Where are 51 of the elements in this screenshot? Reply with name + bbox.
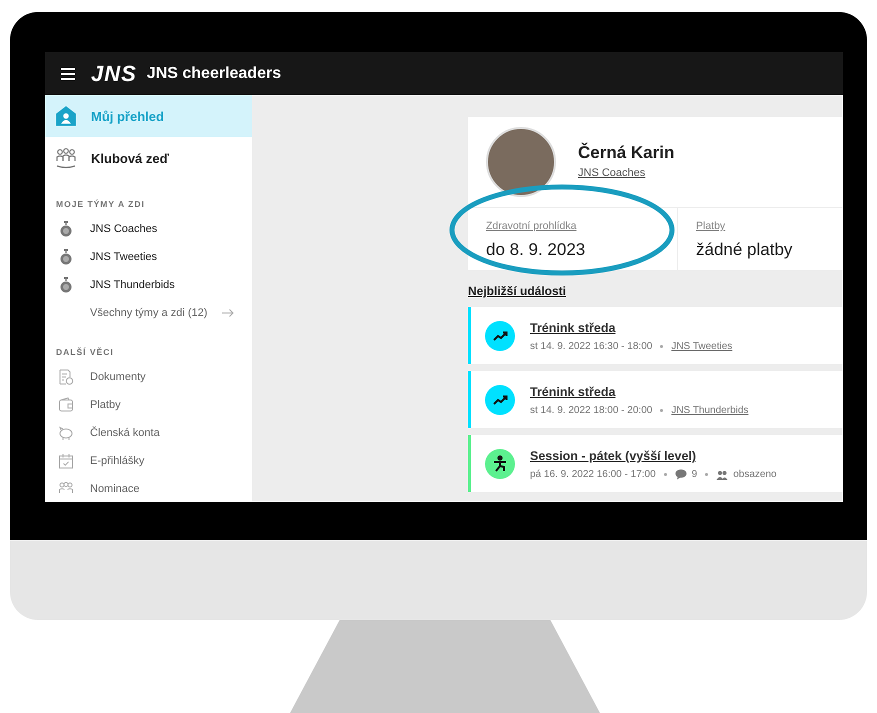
section-heading: MOJE TÝMY A ZDI — [55, 199, 146, 209]
stat-label[interactable]: Platby — [696, 220, 726, 232]
sidebar-item[interactable]: Nominace — [45, 475, 252, 502]
capacity-status: obsazeno — [733, 469, 777, 480]
people-icon — [55, 147, 77, 169]
wallet-icon — [58, 397, 74, 413]
home-icon — [55, 105, 77, 127]
sidebar-item[interactable]: Klubová zeď — [45, 137, 252, 179]
trend-icon — [485, 384, 515, 414]
event-date: st 14. 9. 2022 16:30 - 18:00 — [530, 341, 652, 352]
stat-label[interactable]: Zdravotní prohlídka — [486, 220, 576, 232]
comment-count: 9 — [692, 469, 698, 480]
calendar-icon — [58, 453, 74, 469]
arrow-right-icon — [221, 308, 236, 318]
stat-value: do 8. 9. 2023 — [486, 240, 586, 260]
event-date: st 14. 9. 2022 18:00 - 20:00 — [530, 405, 652, 416]
separator-dot — [660, 345, 664, 348]
comment-icon — [674, 469, 687, 480]
menu-icon[interactable] — [61, 68, 75, 80]
event-date: pá 16. 9. 2022 16:00 - 17:00 — [530, 469, 656, 480]
team-link[interactable]: JNS Thunderbids — [671, 405, 748, 416]
sidebar-item[interactable]: Dokumenty — [45, 363, 252, 391]
team-link[interactable]: JNS Coaches — [578, 167, 646, 179]
app-title: JNS cheerleaders — [146, 64, 282, 82]
separator-dot — [705, 473, 708, 476]
stopwatch-icon — [58, 249, 74, 265]
piggy-bank-icon — [58, 425, 74, 441]
trend-icon — [485, 320, 515, 350]
stopwatch-icon — [58, 221, 74, 237]
section-heading: DALŠÍ VĚCI — [55, 347, 115, 357]
team-link[interactable]: JNS Tweeties — [671, 341, 732, 352]
stat-value: žádné platby — [696, 240, 794, 260]
sidebar-item[interactable]: JNS Thunderbids — [45, 271, 252, 299]
sidebar-item[interactable]: JNS Tweeties — [45, 243, 252, 271]
separator-dot — [664, 473, 667, 476]
logo[interactable]: JNS — [91, 60, 137, 86]
events-heading[interactable]: Nejbližší události — [468, 284, 843, 298]
event-title[interactable]: Trénink středa — [530, 321, 616, 335]
people-icon — [716, 470, 728, 480]
profile-name: Černá Karin — [578, 143, 674, 163]
sidebar-item[interactable]: JNS Coaches — [45, 215, 252, 243]
document-icon — [58, 369, 74, 385]
sidebar-item[interactable]: Platby — [45, 391, 252, 419]
stopwatch-icon — [58, 277, 74, 293]
event-title[interactable]: Trénink středa — [530, 385, 616, 399]
sidebar-item[interactable]: E-přihlášky — [45, 447, 252, 475]
event-title[interactable]: Session - pátek (vyšší level) — [530, 449, 696, 463]
separator-dot — [660, 409, 664, 412]
person-exercise-icon — [485, 448, 515, 478]
sidebar-item[interactable]: Všechny týmy a zdi (12) — [45, 299, 252, 327]
sidebar-item[interactable]: Členská konta — [45, 419, 252, 447]
